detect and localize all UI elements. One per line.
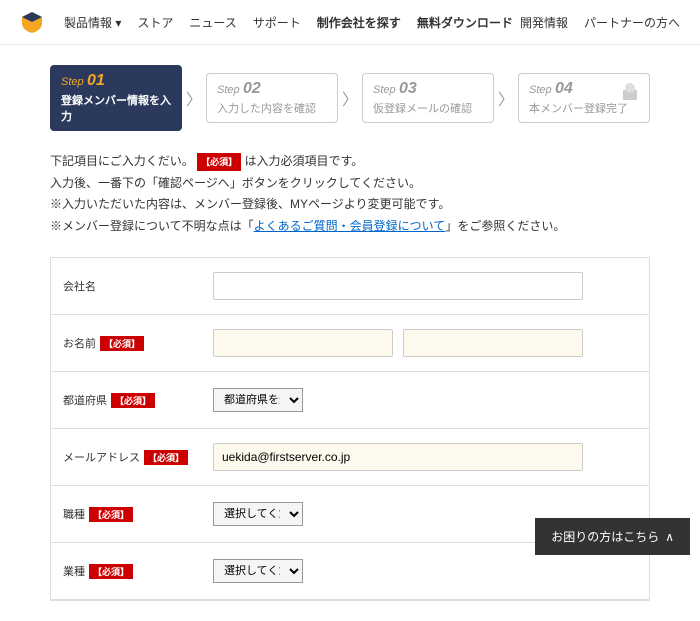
required-badge: 【必須】	[111, 393, 155, 408]
logo-icon	[20, 10, 44, 34]
firstname-input[interactable]	[403, 329, 583, 357]
step-2: Step 02 入力した内容を確認	[206, 73, 338, 123]
row-pref: 都道府県【必須】 都道府県を選択	[51, 372, 649, 429]
chevron-right-icon: 〉	[186, 86, 202, 110]
label-industry: 業種【必須】	[51, 543, 201, 599]
row-email: メールアドレス【必須】	[51, 429, 649, 486]
pref-select[interactable]: 都道府県を選択	[213, 388, 303, 412]
step-3: Step 03 仮登録メールの確認	[362, 73, 494, 123]
label-job: 職種【必須】	[51, 486, 201, 542]
step-4: Step 04 本メンバー登録完了	[518, 73, 650, 123]
nav-news[interactable]: ニュース	[189, 14, 236, 31]
nav-support[interactable]: サポート	[253, 14, 301, 31]
nav-store[interactable]: ストア	[137, 14, 173, 31]
row-company: 会社名	[51, 258, 649, 315]
company-input[interactable]	[213, 272, 583, 300]
required-badge: 【必須】	[100, 336, 144, 351]
nav-left: 製品情報 ▾ ストア ニュース サポート 制作会社を探す 無料ダウンロード	[64, 14, 520, 31]
lastname-input[interactable]	[213, 329, 393, 357]
job-select[interactable]: 選択してくださ	[213, 502, 303, 526]
industry-select[interactable]: 選択してくださ	[213, 559, 303, 583]
chevron-right-icon: 〉	[342, 86, 358, 110]
row-name: お名前【必須】	[51, 315, 649, 372]
nav-dev-info[interactable]: 開発情報	[520, 14, 568, 31]
required-badge: 【必須】	[89, 564, 133, 579]
required-badge: 【必須】	[197, 153, 241, 171]
faq-link[interactable]: よくあるご質問・会員登録について	[254, 219, 446, 233]
chevron-right-icon: 〉	[498, 86, 514, 110]
required-badge: 【必須】	[144, 450, 188, 465]
label-pref: 都道府県【必須】	[51, 372, 201, 428]
label-name: お名前【必須】	[51, 315, 201, 371]
label-email: メールアドレス【必須】	[51, 429, 201, 485]
step-1: Step 01 登録メンバー情報を入力	[50, 65, 182, 131]
label-company: 会社名	[51, 258, 201, 314]
nav-products[interactable]: 製品情報 ▾	[64, 14, 121, 31]
nav-right: 開発情報 パートナーの方へ	[520, 14, 680, 31]
intro-text: 下記項目にご入力くだい。 【必須】 は入力必須項目です。 入力後、一番下の「確認…	[50, 151, 650, 237]
nav-find-company[interactable]: 制作会社を探す	[317, 14, 401, 31]
chevron-up-icon: ∧	[665, 530, 674, 544]
header: 製品情報 ▾ ストア ニュース サポート 制作会社を探す 無料ダウンロード 開発…	[0, 0, 700, 45]
nav-download[interactable]: 無料ダウンロード	[417, 14, 513, 31]
required-badge: 【必須】	[89, 507, 133, 522]
help-button[interactable]: お困りの方はこちら ∧	[535, 518, 690, 555]
email-input[interactable]	[213, 443, 583, 471]
step-indicator: Step 01 登録メンバー情報を入力 〉 Step 02 入力した内容を確認 …	[50, 65, 650, 131]
nav-partner[interactable]: パートナーの方へ	[584, 14, 680, 31]
complete-icon	[615, 78, 645, 108]
